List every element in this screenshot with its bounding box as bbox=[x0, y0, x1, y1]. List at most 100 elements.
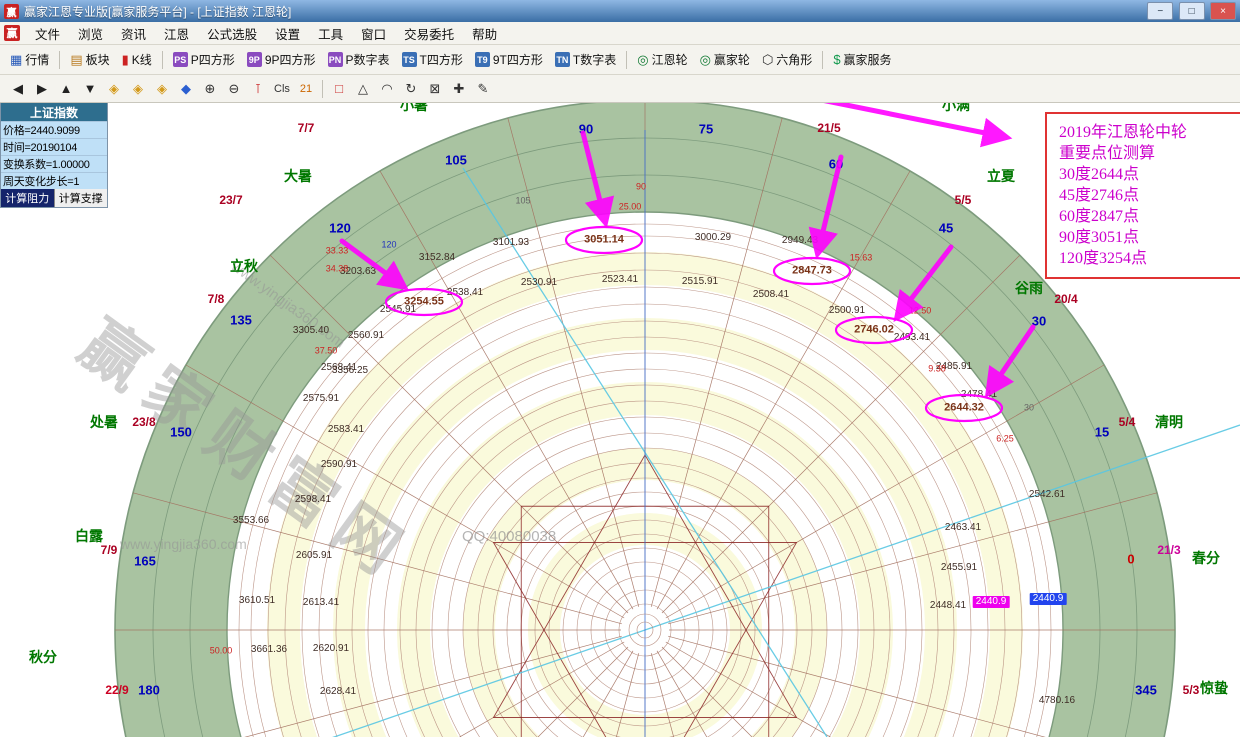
menu-item-gann[interactable]: 江恩 bbox=[155, 24, 198, 43]
wheel-value: 2538.41 bbox=[447, 288, 483, 298]
calc-support-button[interactable]: 计算支撑 bbox=[54, 189, 108, 207]
toolbar-item-p-table[interactable]: PNP数字表 bbox=[322, 48, 396, 72]
wheel-red-value: 12.50 bbox=[909, 307, 932, 316]
up-marker-button[interactable]: ▲ bbox=[55, 77, 77, 101]
toolbar-item-9t-square[interactable]: T99T四方形 bbox=[469, 48, 549, 72]
diamond-tool-4-button[interactable]: ◆ bbox=[175, 77, 197, 101]
menu-item-window[interactable]: 窗口 bbox=[352, 24, 395, 43]
back-button[interactable]: ◀ bbox=[7, 77, 29, 101]
wheel-value: 2628.41 bbox=[320, 687, 356, 697]
window-controls: − □ × bbox=[1145, 2, 1236, 20]
info-row: 价格=2440.9099 bbox=[1, 121, 107, 138]
minimize-button[interactable]: − bbox=[1147, 2, 1173, 20]
wheel-date-label: 5/3 bbox=[1183, 684, 1200, 696]
9p-square-icon: 9P bbox=[247, 52, 262, 67]
wheel-date-label: 7/8 bbox=[208, 293, 225, 305]
toolbar-item-label: P四方形 bbox=[191, 51, 235, 68]
toolbar-item-t-square[interactable]: TST四方形 bbox=[396, 48, 469, 72]
toolbar-item-label: T数字表 bbox=[573, 51, 616, 68]
menu-item-formula-stock[interactable]: 公式选股 bbox=[198, 24, 266, 43]
wheel-date-label: 21/3 bbox=[1157, 544, 1180, 556]
wheel-date-label: 7/7 bbox=[298, 122, 315, 134]
zoom-out-button[interactable]: ⊖ bbox=[223, 77, 245, 101]
diamond-tool-1-button[interactable]: ◈ bbox=[103, 77, 125, 101]
quotes-icon: ▦ bbox=[10, 52, 22, 68]
toolbar-item-winner-wheel[interactable]: ◎赢家轮 bbox=[694, 48, 756, 72]
annotation-line: 60度2847点 bbox=[1059, 206, 1240, 227]
toolbar-item-label: 赢家轮 bbox=[714, 51, 750, 68]
wheel-date-label: 23/8 bbox=[132, 416, 155, 428]
main-toolbar: ▦行情▤板块▮K线PSP四方形9P9P四方形PNP数字表TST四方形T99T四方… bbox=[0, 45, 1240, 75]
wheel-date-label: 21/5 bbox=[817, 122, 840, 134]
rect-tool-button[interactable]: □ bbox=[328, 77, 350, 101]
menu-item-tools[interactable]: 工具 bbox=[309, 24, 352, 43]
calc-resistance-button[interactable]: 计算阻力 bbox=[1, 189, 54, 207]
gann-wheel-icon: ◎ bbox=[637, 52, 648, 68]
menu-item-news[interactable]: 资讯 bbox=[112, 24, 155, 43]
toolbar-item-t-table[interactable]: TNT数字表 bbox=[549, 48, 622, 72]
toolbar-item-quotes[interactable]: ▦行情 bbox=[4, 48, 55, 72]
toolbar-item-9p-square[interactable]: 9P9P四方形 bbox=[241, 48, 322, 72]
zoom-in-button[interactable]: ⊕ bbox=[199, 77, 221, 101]
wheel-value: 2605.91 bbox=[296, 551, 332, 561]
sectors-icon: ▤ bbox=[70, 52, 82, 68]
toolbar-item-label: K线 bbox=[132, 51, 152, 68]
measure-tool-button[interactable]: ⊺ bbox=[247, 77, 269, 101]
index-name-header: 上证指数 bbox=[1, 103, 107, 121]
menu-item-file[interactable]: 文件 bbox=[26, 24, 69, 43]
menu-item-settings[interactable]: 设置 bbox=[266, 24, 309, 43]
delete-tool-button[interactable]: ⊠ bbox=[424, 77, 446, 101]
solar-term-label: 惊蛰 bbox=[1200, 681, 1228, 695]
filter-button[interactable]: ▼ bbox=[79, 77, 101, 101]
wheel-red-value: 15.63 bbox=[850, 254, 873, 263]
wheel-value: 3101.93 bbox=[493, 238, 529, 248]
annotation-line: 重要点位测算 bbox=[1059, 143, 1240, 164]
menu-item-browse[interactable]: 浏览 bbox=[69, 24, 112, 43]
maximize-button[interactable]: □ bbox=[1179, 2, 1205, 20]
toolbar-item-gann-wheel[interactable]: ◎江恩轮 bbox=[631, 48, 693, 72]
close-button[interactable]: × bbox=[1210, 2, 1236, 20]
wheel-degree-label: 105 bbox=[445, 154, 467, 167]
wheel-value: 3152.84 bbox=[419, 253, 455, 263]
menu-item-help[interactable]: 帮助 bbox=[463, 24, 506, 43]
triangle-tool-button[interactable]: △ bbox=[352, 77, 374, 101]
drawing-toolbar: ◀▶▲▼◈◈◈◆⊕⊖⊺Cls21□△◠↻⊠✚✎ bbox=[0, 75, 1240, 103]
draw-tool-button[interactable]: ✎ bbox=[472, 77, 494, 101]
toolbar-item-label: 9P四方形 bbox=[265, 51, 316, 68]
diamond-tool-3-button[interactable]: ◈ bbox=[151, 77, 173, 101]
menu-item-trade[interactable]: 交易委托 bbox=[395, 24, 463, 43]
t-table-icon: TN bbox=[555, 52, 570, 67]
wheel-date-label: 22/9 bbox=[105, 684, 128, 696]
circled-key-value: 2644.32 bbox=[944, 403, 984, 414]
solar-term-label: 立秋 bbox=[230, 259, 258, 273]
move-tool-button[interactable]: ✚ bbox=[448, 77, 470, 101]
circled-key-value: 2847.73 bbox=[792, 266, 832, 277]
diamond-tool-2-button[interactable]: ◈ bbox=[127, 77, 149, 101]
calendar-button[interactable]: 21 bbox=[295, 77, 317, 101]
wheel-red-value: 9.38 bbox=[928, 365, 946, 374]
wheel-minor-label: 120 bbox=[381, 241, 396, 250]
index-info-panel: 上证指数 价格=2440.9099时间=20190104变换系数=1.00000… bbox=[0, 102, 108, 208]
p-square-icon: PS bbox=[173, 52, 188, 67]
info-row: 时间=20190104 bbox=[1, 138, 107, 155]
toolbar-item-winner-service[interactable]: $赢家服务 bbox=[827, 48, 897, 72]
toolbar-item-hexagon[interactable]: ⬡六角形 bbox=[756, 48, 818, 72]
arc-tool-button[interactable]: ◠ bbox=[376, 77, 398, 101]
info-row: 变换系数=1.00000 bbox=[1, 155, 107, 172]
wheel-degree-label: 90 bbox=[579, 123, 593, 136]
wheel-value: 2590.91 bbox=[321, 460, 357, 470]
wheel-degree-label: 135 bbox=[230, 314, 252, 327]
toolbar-item-p-square[interactable]: PSP四方形 bbox=[167, 48, 241, 72]
toolbar-item-sectors[interactable]: ▤板块 bbox=[64, 48, 115, 72]
rotate-tool-button[interactable]: ↻ bbox=[400, 77, 422, 101]
toolbar-item-kline[interactable]: ▮K线 bbox=[116, 48, 158, 72]
forward-button[interactable]: ▶ bbox=[31, 77, 53, 101]
wheel-value: 2949.43 bbox=[782, 236, 818, 246]
hexagon-icon: ⬡ bbox=[762, 52, 773, 68]
toolbar-item-label: 六角形 bbox=[776, 51, 812, 68]
cls-button[interactable]: Cls bbox=[271, 77, 293, 101]
wheel-degree-label: 45 bbox=[939, 222, 953, 235]
wheel-value: 3553.66 bbox=[233, 516, 269, 526]
toolbar-separator bbox=[59, 51, 60, 69]
wheel-value: 2448.41 bbox=[930, 601, 966, 611]
